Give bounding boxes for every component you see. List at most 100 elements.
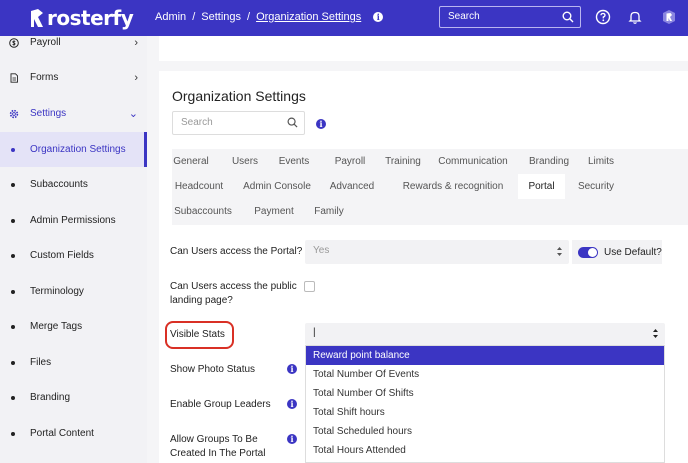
- breadcrumb-admin[interactable]: Admin: [155, 11, 186, 23]
- tab-family[interactable]: Family: [311, 199, 347, 224]
- settings-search-input[interactable]: Search: [172, 111, 305, 135]
- bullet-icon: [11, 147, 15, 152]
- dropdown-option-total-scheduled-hours[interactable]: Total Scheduled hours: [306, 422, 664, 441]
- tab-payroll[interactable]: Payroll: [329, 149, 371, 174]
- sidebar-item-label: Portal Content: [30, 428, 94, 439]
- sidebar-item-label: Settings: [30, 108, 67, 119]
- sidebar-item-custom-fields[interactable]: Custom Fields: [0, 238, 147, 273]
- sidebar-item-label: Forms: [30, 72, 59, 83]
- tab-communication[interactable]: Communication: [435, 149, 511, 174]
- sidebar-item-admin-permissions[interactable]: Admin Permissions: [0, 203, 147, 238]
- sidebar-item-label: Admin Permissions: [30, 215, 116, 226]
- sidebar-item-label: Merge Tags: [30, 321, 83, 332]
- search-icon: [562, 11, 574, 23]
- sidebar-item-forms[interactable]: Forms ›: [0, 60, 147, 95]
- tab-admin-console[interactable]: Admin Console: [242, 174, 312, 199]
- sort-arrows-icon: [557, 247, 562, 256]
- settings-tabs: General Users Events Payroll Training Co…: [172, 149, 688, 225]
- tab-branding[interactable]: Branding: [525, 149, 573, 174]
- sidebar-item-settings[interactable]: Settings ⌄: [0, 96, 147, 131]
- info-icon[interactable]: i: [316, 119, 326, 129]
- sidebar-item-label: Payroll: [30, 37, 61, 48]
- bell-icon[interactable]: [627, 9, 643, 25]
- bullet-icon: [11, 360, 15, 365]
- breadcrumb-organization-settings[interactable]: Organization Settings: [256, 11, 361, 23]
- dropdown-option-total-hours-attended[interactable]: Total Hours Attended: [306, 441, 664, 460]
- gear-icon: [9, 109, 19, 118]
- info-icon[interactable]: i: [287, 399, 297, 409]
- dropdown-option-total-shifts[interactable]: Total Number Of Shifts: [306, 384, 664, 403]
- help-circle-icon[interactable]: [595, 9, 611, 25]
- dropdown-option-reward-point-balance[interactable]: Reward point balance: [306, 346, 664, 365]
- info-icon[interactable]: i: [287, 364, 297, 374]
- tab-limits[interactable]: Limits: [585, 149, 617, 174]
- portal-access-select[interactable]: Yes: [305, 240, 569, 264]
- global-search-placeholder: Search: [448, 11, 480, 22]
- visible-stats-label: Visible Stats: [170, 329, 225, 340]
- public-landing-label: Can Users access the public landing page…: [170, 280, 297, 308]
- use-default-toggle[interactable]: [578, 246, 598, 258]
- tab-rewards-recognition[interactable]: Rewards & recognition: [397, 174, 509, 199]
- sidebar-item-portal-content[interactable]: Portal Content: [0, 416, 147, 451]
- tab-subaccounts[interactable]: Subaccounts: [172, 199, 234, 224]
- sidebar-item-label: Organization Settings: [30, 144, 126, 155]
- public-landing-checkbox[interactable]: [304, 281, 315, 292]
- sidebar-item-terminology[interactable]: Terminology: [0, 274, 147, 309]
- search-icon: [287, 117, 298, 128]
- sidebar-item-payroll[interactable]: Payroll ›: [0, 25, 147, 60]
- public-landing-label-line-2: landing page?: [170, 295, 233, 306]
- global-search-input[interactable]: Search: [439, 6, 581, 28]
- public-landing-label-line-1: Can Users access the public: [170, 281, 297, 292]
- bullet-icon: [11, 218, 15, 223]
- visible-stats-dropdown: Reward point balance Total Number Of Eve…: [305, 345, 665, 463]
- sidebar-item-organization-settings[interactable]: Organization Settings: [0, 132, 147, 167]
- tab-general[interactable]: General: [172, 149, 210, 174]
- sidebar-item-label: Custom Fields: [30, 250, 94, 261]
- dropdown-option-total-shift-hours[interactable]: Total Shift hours: [306, 403, 664, 422]
- bullet-icon: [11, 253, 15, 258]
- visible-stats-select[interactable]: |: [305, 323, 665, 345]
- group-leaders-label: Enable Group Leaders: [170, 399, 271, 410]
- tab-advanced[interactable]: Advanced: [327, 174, 377, 199]
- sidebar-item-label: Branding: [30, 392, 71, 403]
- info-icon[interactable]: i: [287, 434, 297, 444]
- bullet-icon: [11, 431, 15, 436]
- tab-headcount[interactable]: Headcount: [172, 174, 226, 199]
- tab-security[interactable]: Security: [573, 174, 619, 199]
- chevron-down-icon: ⌄: [128, 108, 138, 120]
- breadcrumb-settings[interactable]: Settings: [201, 11, 241, 23]
- allow-groups-label-line-1: Allow Groups To Be: [170, 434, 258, 445]
- tab-users[interactable]: Users: [228, 149, 262, 174]
- info-icon[interactable]: i: [373, 12, 384, 22]
- top-panel: [159, 36, 688, 61]
- sidebar: Payroll › Forms › Settings ⌄ Organizatio…: [0, 36, 147, 463]
- tab-portal[interactable]: Portal: [518, 174, 565, 199]
- bullet-icon: [11, 289, 15, 294]
- user-avatar-icon[interactable]: [661, 9, 677, 25]
- document-icon: [10, 72, 18, 83]
- sidebar-item-files[interactable]: Files: [0, 345, 147, 380]
- portal-access-value: Yes: [313, 245, 330, 256]
- page-title: Organization Settings: [172, 88, 306, 104]
- sidebar-item-subaccounts[interactable]: Subaccounts: [0, 167, 147, 202]
- breadcrumb-separator: /: [247, 11, 251, 23]
- chevron-right-icon: ›: [134, 36, 138, 49]
- tab-training[interactable]: Training: [381, 149, 425, 174]
- dollar-circle-icon: [9, 37, 19, 48]
- sidebar-item-branding[interactable]: Branding: [0, 380, 147, 415]
- tab-events[interactable]: Events: [275, 149, 313, 174]
- use-default-toggle-group[interactable]: Use Default?: [572, 240, 662, 264]
- breadcrumb-separator: /: [192, 11, 196, 23]
- sidebar-item-label: Files: [30, 357, 52, 368]
- bullet-icon: [11, 324, 15, 329]
- sidebar-item-merge-tags[interactable]: Merge Tags: [0, 309, 147, 344]
- show-photo-label: Show Photo Status: [170, 364, 256, 375]
- dropdown-option-total-events[interactable]: Total Number Of Events: [306, 365, 664, 384]
- visible-stats-cursor: |: [313, 327, 316, 338]
- sort-arrows-icon: [653, 329, 658, 338]
- tab-payment[interactable]: Payment: [252, 199, 296, 224]
- allow-groups-label-line-2: Created In The Portal: [170, 448, 266, 459]
- allow-groups-label: Allow Groups To Be Created In The Portal: [170, 433, 265, 461]
- settings-search-placeholder: Search: [181, 117, 213, 128]
- bullet-icon: [11, 395, 15, 400]
